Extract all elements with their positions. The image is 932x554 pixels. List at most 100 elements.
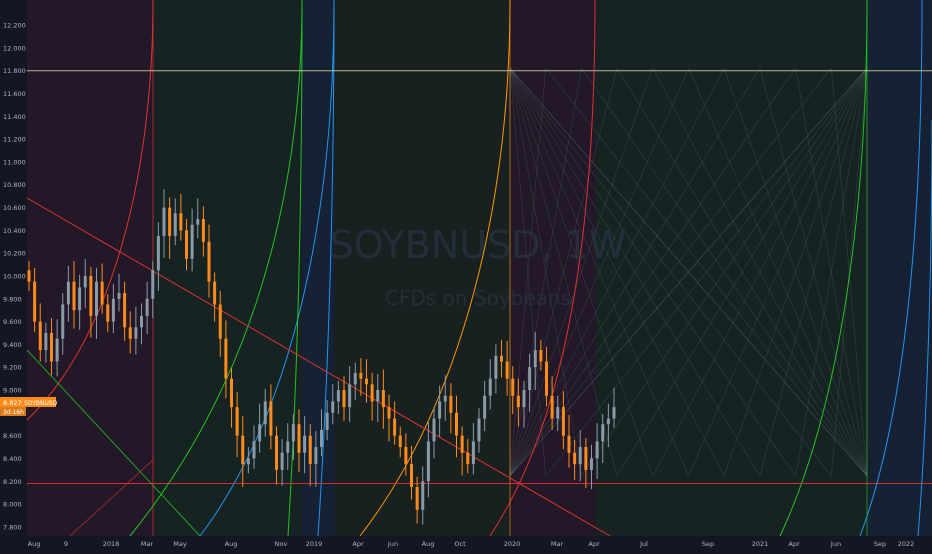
y-tick-label: 8.200 [3, 478, 22, 486]
candle-body [522, 390, 526, 408]
candle-body [325, 412, 329, 430]
candle-body [528, 367, 532, 391]
candle-body [595, 441, 599, 459]
price-badge-countdown: 3d 16h [3, 409, 24, 416]
panel-4 [334, 0, 510, 536]
candle-body [95, 281, 98, 316]
candle-body [365, 378, 368, 385]
chart-container[interactable]: SOYBNUSD, 1W CFDs on Soybeans 12.200 12.0… [0, 0, 932, 550]
candle-body [421, 481, 425, 510]
candle-body [410, 464, 413, 487]
candle-body [291, 424, 295, 442]
x-tick-label: Sep [702, 540, 714, 548]
candle-body [38, 321, 42, 351]
x-tick-label: 2020 [504, 540, 521, 548]
candle-body [483, 395, 487, 419]
candle-body [275, 435, 278, 470]
candle-body [404, 447, 408, 465]
candle-body [156, 236, 160, 271]
y-tick-label: 10.800 [3, 181, 26, 189]
x-tick-label: Jul [639, 540, 648, 548]
candle-body [207, 241, 211, 282]
candle-body [477, 418, 481, 442]
candle-body [398, 435, 402, 448]
candle-body [376, 390, 380, 402]
price-chart[interactable]: SOYBNUSD, 1W CFDs on Soybeans 12.200 12.0… [0, 0, 932, 550]
candle-body [61, 304, 65, 339]
y-tick-label: 10.400 [3, 227, 26, 235]
x-tick-label: Apr [352, 540, 364, 548]
candle-body [123, 293, 127, 328]
panel-7 [867, 0, 932, 536]
candle-body [308, 435, 312, 465]
y-tick-label: 9.600 [3, 318, 22, 326]
y-tick-label: 9.400 [3, 341, 22, 349]
watermark-symbol: SOYBNUSD, 1W [330, 223, 627, 267]
y-tick-label: 11.200 [3, 136, 26, 144]
y-tick-label: 9.800 [3, 295, 22, 303]
y-tick-label: 11.600 [3, 90, 26, 98]
candle-body [539, 350, 543, 362]
price-axis[interactable]: 12.200 12.000 11.800 11.600 11.400 11.200 11.0… [3, 22, 26, 532]
x-tick-label: Oct [454, 540, 466, 548]
candle-body [252, 441, 256, 459]
x-tick-label: Jun [830, 540, 841, 548]
candle-body [449, 395, 453, 413]
candle-body [348, 384, 352, 408]
x-tick-label: Mar [141, 540, 154, 548]
candle-body [303, 435, 307, 453]
candle-body [33, 281, 37, 322]
candle-body [331, 401, 335, 413]
candle-body [218, 304, 222, 339]
candle-body [213, 281, 217, 305]
y-tick-label: 12.200 [3, 22, 26, 30]
x-tick-label: Jun [387, 540, 398, 548]
candle-body [415, 486, 419, 510]
candle-body [89, 275, 93, 316]
candle-body [443, 395, 447, 402]
y-tick-label: 11.000 [3, 158, 26, 166]
candle-body [280, 452, 284, 470]
candle-body [78, 287, 82, 311]
candle-body [567, 435, 571, 453]
candle-body [190, 224, 194, 259]
price-badge-symbol: SOYBNUSD [24, 400, 58, 407]
candle-body [606, 418, 610, 425]
candle-body [494, 355, 498, 379]
candle-body [269, 401, 273, 436]
candle-body [117, 293, 121, 299]
time-axis[interactable]: Aug 9 2018 Mar May Aug Nov 2019 Apr Jun Aug Oct 2020… [0, 536, 932, 550]
x-tick-label: Sep [874, 540, 886, 548]
x-tick-label: Apr [588, 540, 600, 548]
candle-body [438, 401, 442, 419]
candle-body [342, 390, 346, 408]
x-tick-label: Aug [28, 540, 41, 548]
candle-body [320, 429, 323, 448]
candle-body [258, 424, 262, 442]
gann-panels [27, 0, 932, 536]
candle-body [134, 327, 138, 339]
candle-body [168, 207, 172, 237]
candle-body [100, 281, 104, 305]
candle-body [196, 218, 200, 225]
candle-body [584, 447, 588, 470]
candle-body [173, 213, 177, 237]
x-tick-label: 9 [64, 540, 68, 548]
candle-body [185, 230, 188, 259]
y-tick-label: 10.600 [3, 204, 26, 212]
candle-body [516, 395, 520, 408]
candle-body [44, 333, 48, 351]
candle-body [370, 384, 374, 402]
candle-body [128, 327, 132, 339]
candle-body [50, 333, 53, 362]
candle-body [27, 270, 31, 282]
candle-body [387, 407, 391, 419]
candle-body [111, 298, 115, 322]
candle-body [612, 407, 616, 419]
candle-body [230, 378, 233, 408]
candle-body [83, 275, 87, 288]
candle-body [201, 218, 205, 242]
candle-body [297, 424, 301, 453]
price-badge-price: 8.827 [3, 399, 22, 407]
y-tick-label: 11.800 [3, 67, 26, 75]
